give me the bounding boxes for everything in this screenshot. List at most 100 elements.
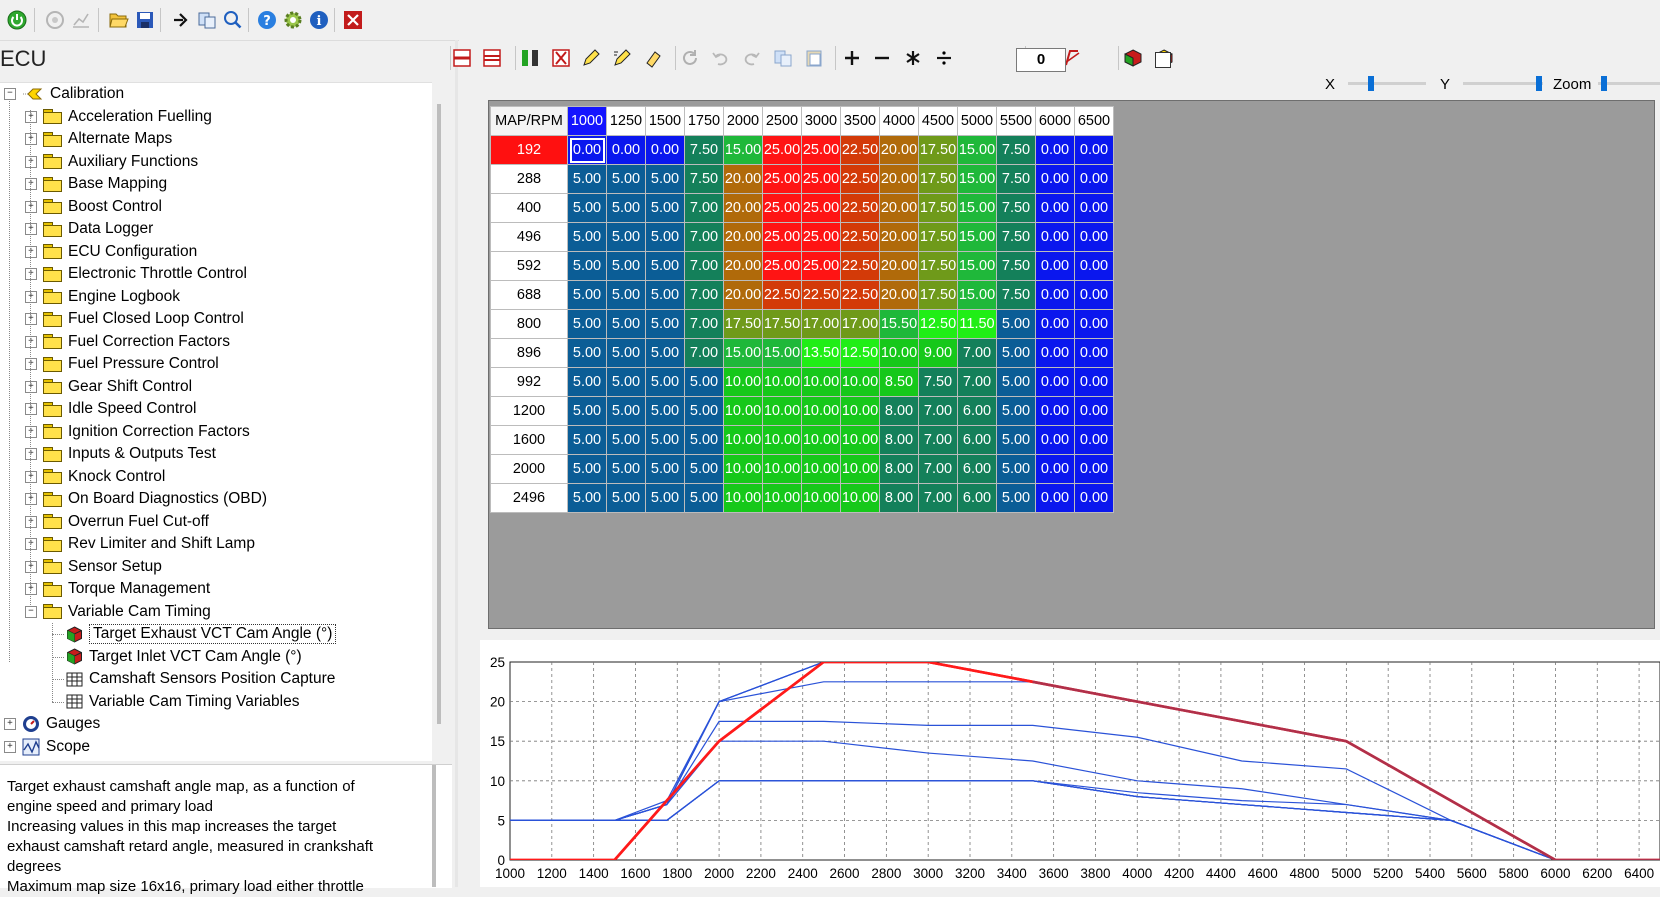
tree-folder-item[interactable]: + Auxiliary Functions	[25, 151, 198, 173]
map-cell[interactable]: 5.00	[606, 309, 646, 339]
map-cell[interactable]: 7.50	[684, 135, 724, 165]
map-cell[interactable]: 7.50	[996, 193, 1036, 223]
insert-column-icon[interactable]	[518, 46, 542, 70]
map-cell[interactable]: 10.00	[723, 367, 763, 397]
map-cell[interactable]: 15.00	[723, 135, 763, 165]
map-cell[interactable]: 0.00	[1035, 309, 1075, 339]
map-cell[interactable]: 25.00	[762, 193, 802, 223]
map-cell[interactable]: 25.00	[801, 135, 841, 165]
map-cell[interactable]: 0.00	[1035, 483, 1075, 513]
map-cell[interactable]: 22.50	[840, 251, 880, 281]
map-cell[interactable]: 7.00	[684, 338, 724, 368]
map-cell[interactable]: 0.00	[1074, 454, 1114, 484]
edit-multi-icon[interactable]	[610, 46, 634, 70]
map-cell[interactable]: 0.00	[1035, 222, 1075, 252]
map-axis-header[interactable]: 688	[490, 280, 568, 310]
tree-vct-item[interactable]: Target Exhaust VCT Cam Angle (°)	[66, 623, 337, 645]
map-axis-header[interactable]: 592	[490, 251, 568, 281]
map-axis-header[interactable]: 992	[490, 367, 568, 397]
tree-folder-item[interactable]: + Inputs & Outputs Test	[25, 443, 216, 465]
chart-checkbox[interactable]	[1155, 52, 1171, 68]
map-cell[interactable]: 11.50	[957, 309, 997, 339]
map-cell[interactable]: 5.00	[645, 164, 685, 194]
map-cell[interactable]: 10.00	[723, 425, 763, 455]
map-cell[interactable]: 20.00	[879, 222, 919, 252]
tree-folder-item[interactable]: + Fuel Closed Loop Control	[25, 308, 244, 330]
map-cell[interactable]: 10.00	[801, 454, 841, 484]
map-cell[interactable]: 5.00	[996, 483, 1036, 513]
map-cell[interactable]: 7.00	[918, 425, 958, 455]
map-cell[interactable]: 5.00	[567, 483, 607, 513]
map-cell[interactable]: 15.00	[957, 280, 997, 310]
subtract-icon[interactable]	[870, 46, 894, 70]
multiply-icon[interactable]	[901, 46, 925, 70]
map-cell[interactable]: 7.50	[996, 222, 1036, 252]
collapse-icon[interactable]: −	[25, 605, 37, 618]
map-axis-header[interactable]: 1200	[490, 396, 568, 426]
map-cell[interactable]: 0.00	[1035, 425, 1075, 455]
map-cell[interactable]: 10.00	[840, 396, 880, 426]
map-cell[interactable]: 13.50	[801, 338, 841, 368]
map-cell[interactable]: 20.00	[723, 193, 763, 223]
map-cell[interactable]: 17.00	[840, 309, 880, 339]
rpm-axis-header[interactable]: 1000	[567, 106, 607, 136]
map-cell[interactable]: 0.00	[1035, 396, 1075, 426]
y-slider[interactable]	[1463, 76, 1543, 91]
map-cell[interactable]: 20.00	[879, 280, 919, 310]
power-icon[interactable]	[6, 9, 28, 31]
map-cell[interactable]: 0.00	[1035, 367, 1075, 397]
map-cell[interactable]: 6.00	[957, 454, 997, 484]
map-cell[interactable]: 5.00	[645, 483, 685, 513]
tree-item-calibration[interactable]: − Calibration	[4, 83, 124, 105]
map-cell[interactable]: 5.00	[606, 425, 646, 455]
map-cell[interactable]: 8.00	[879, 425, 919, 455]
map-cell[interactable]: 5.00	[684, 396, 724, 426]
tree-folder-item[interactable]: + ECU Configuration	[25, 241, 197, 263]
tree-folder-item[interactable]: + Data Logger	[25, 218, 153, 240]
insert-row-icon[interactable]	[450, 46, 474, 70]
map-cell[interactable]: 5.00	[645, 396, 685, 426]
save-icon[interactable]	[134, 9, 156, 31]
map-cell[interactable]: 20.00	[879, 193, 919, 223]
zoom-slider[interactable]	[1598, 76, 1660, 91]
map-cell[interactable]: 5.00	[684, 367, 724, 397]
map-cell[interactable]: 5.00	[645, 309, 685, 339]
close-icon[interactable]	[342, 9, 364, 31]
map-cell[interactable]: 20.00	[723, 280, 763, 310]
map-cell[interactable]: 10.00	[840, 367, 880, 397]
map-cell[interactable]: 15.00	[723, 338, 763, 368]
tree-folder-item[interactable]: − Variable Cam Timing	[25, 601, 211, 623]
map-cell[interactable]: 10.00	[723, 483, 763, 513]
expand-icon[interactable]: +	[25, 290, 37, 303]
map-cell[interactable]: 7.50	[996, 164, 1036, 194]
tree-vct-item[interactable]: Camshaft Sensors Position Capture	[66, 668, 335, 690]
map-cell[interactable]: 7.50	[996, 280, 1036, 310]
map-cell[interactable]: 5.00	[606, 251, 646, 281]
map-cell[interactable]: 0.00	[1074, 251, 1114, 281]
map-cell[interactable]: 7.00	[957, 367, 997, 397]
map-cell[interactable]: 0.00	[1035, 193, 1075, 223]
expand-icon[interactable]: +	[25, 313, 37, 325]
map-axis-header[interactable]: 1600	[490, 425, 568, 455]
map-cell[interactable]: 5.00	[645, 251, 685, 281]
map-cell[interactable]: 5.00	[996, 367, 1036, 397]
map-cell[interactable]: 5.00	[996, 425, 1036, 455]
map-cell[interactable]: 15.00	[957, 164, 997, 194]
map-cell[interactable]: 5.00	[567, 454, 607, 484]
rpm-axis-header[interactable]: 4500	[918, 106, 958, 136]
map-cell[interactable]: 17.50	[723, 309, 763, 339]
map-cell[interactable]: 10.00	[762, 454, 802, 484]
rpm-axis-header[interactable]: 1500	[645, 106, 685, 136]
refresh-icon[interactable]	[678, 46, 702, 70]
map-cell[interactable]: 17.50	[918, 135, 958, 165]
edit-pencil-icon[interactable]	[579, 46, 603, 70]
tree-folder-item[interactable]: + Electronic Throttle Control	[25, 263, 247, 285]
tree-folder-item[interactable]: + Gear Shift Control	[25, 376, 192, 398]
map-cell[interactable]: 5.00	[996, 309, 1036, 339]
map-cell[interactable]: 5.00	[606, 454, 646, 484]
map-cell[interactable]: 9.00	[918, 338, 958, 368]
rpm-axis-header[interactable]: 4000	[879, 106, 919, 136]
expand-icon[interactable]: +	[25, 583, 37, 595]
expand-icon[interactable]: +	[25, 245, 37, 258]
cube-3d-icon[interactable]	[1121, 46, 1145, 70]
